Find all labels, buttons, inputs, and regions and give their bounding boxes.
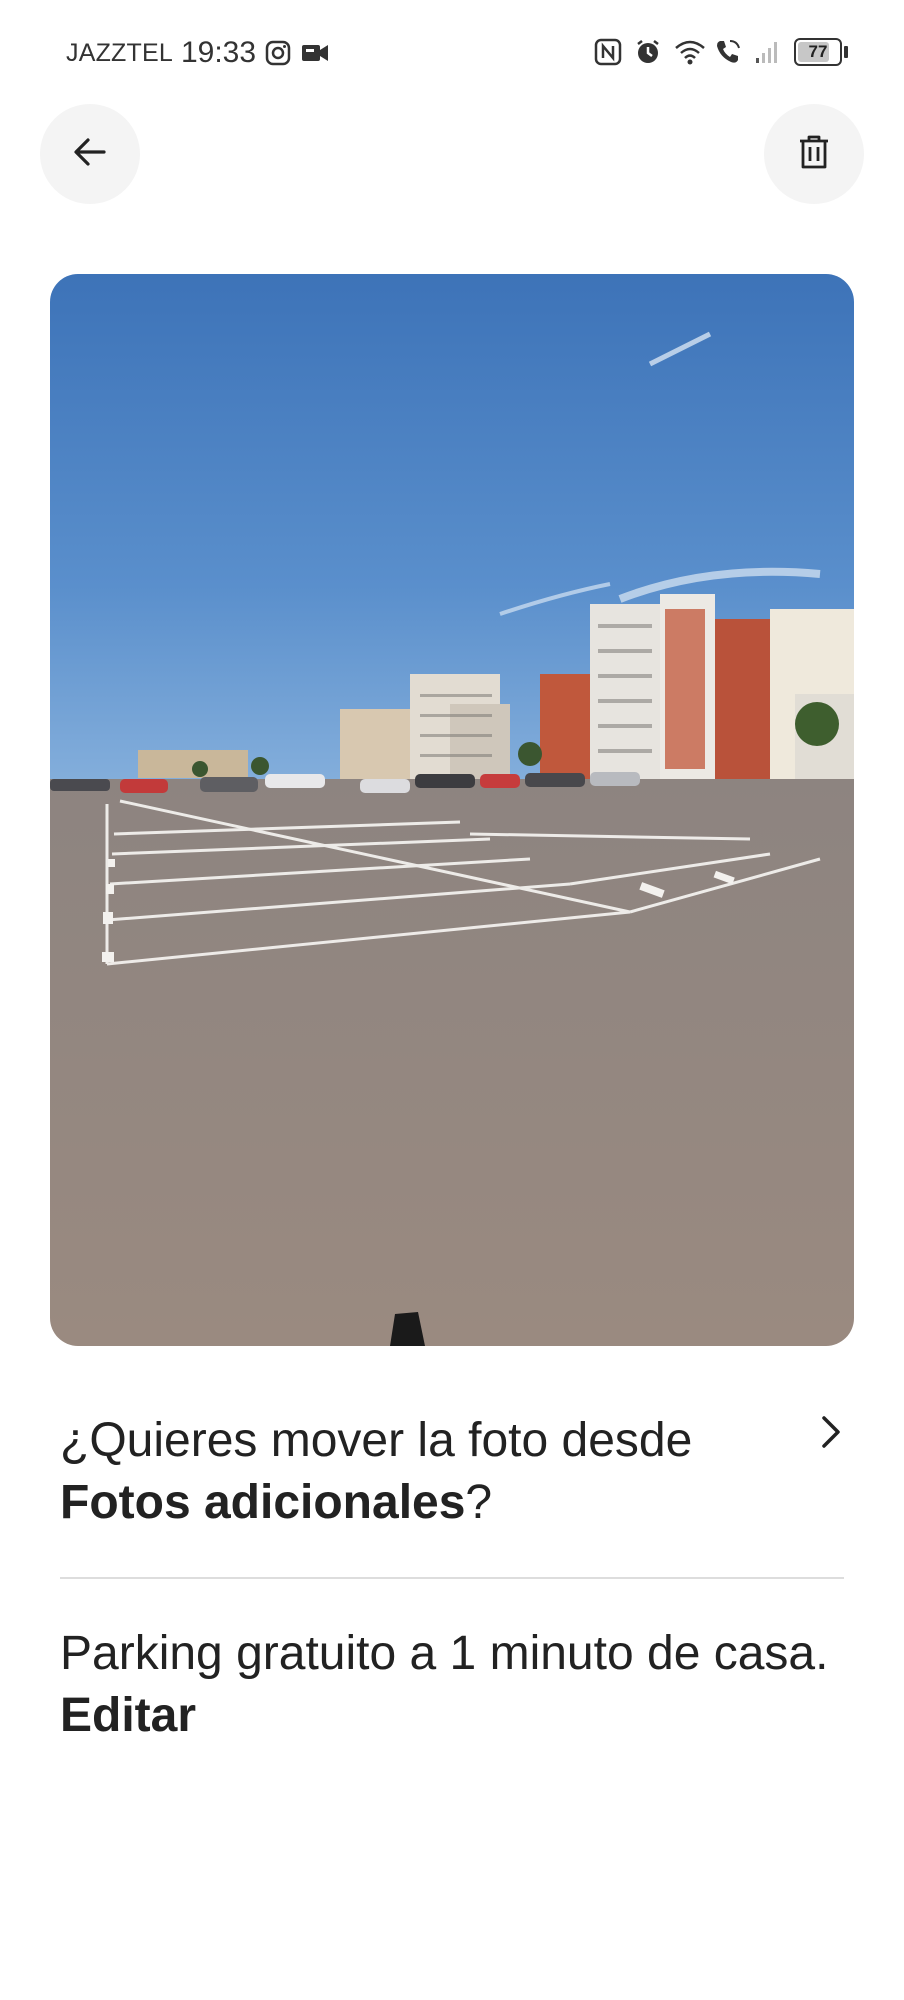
status-bar-left: JAZZTEL 19:33 (66, 36, 329, 70)
edit-caption-link[interactable]: Editar (60, 1689, 196, 1742)
alarm-icon (634, 38, 662, 66)
wifi-calling-icon (714, 38, 742, 66)
back-button[interactable] (40, 104, 140, 204)
photo-caption: Parking gratuito a 1 minuto de casa. Edi… (60, 1623, 850, 1747)
arrow-left-icon (70, 132, 110, 177)
clock-time: 19:33 (180, 36, 257, 69)
parking-lot-photo[interactable] (50, 274, 854, 1346)
move-photo-album-name: Fotos adicionales (60, 1476, 466, 1529)
video-call-icon (300, 39, 329, 67)
signal-icon (754, 38, 782, 66)
wifi-icon (674, 38, 705, 66)
battery-level: 77 (808, 42, 828, 61)
trash-icon (794, 132, 834, 177)
divider (60, 1577, 844, 1579)
move-photo-text-after: ? (465, 1476, 493, 1529)
instagram-icon (264, 39, 292, 67)
move-photo-text-before: ¿Quieres mover la foto desde (60, 1414, 693, 1467)
chevron-right-icon (810, 1410, 850, 1458)
delete-button[interactable] (764, 104, 864, 204)
nfc-icon (594, 38, 622, 66)
move-photo-prompt[interactable]: ¿Quieres mover la foto desde Fotos adicio… (60, 1410, 850, 1534)
battery-indicator: 77 (794, 38, 848, 66)
carrier-name: JAZZTEL (66, 38, 173, 67)
status-bar: JAZZTEL 19:33 77 (0, 0, 904, 108)
move-photo-text: ¿Quieres mover la foto desde Fotos adicio… (60, 1410, 780, 1534)
caption-text: Parking gratuito a 1 minuto de casa. (60, 1627, 829, 1680)
status-bar-right: 77 (594, 38, 848, 66)
